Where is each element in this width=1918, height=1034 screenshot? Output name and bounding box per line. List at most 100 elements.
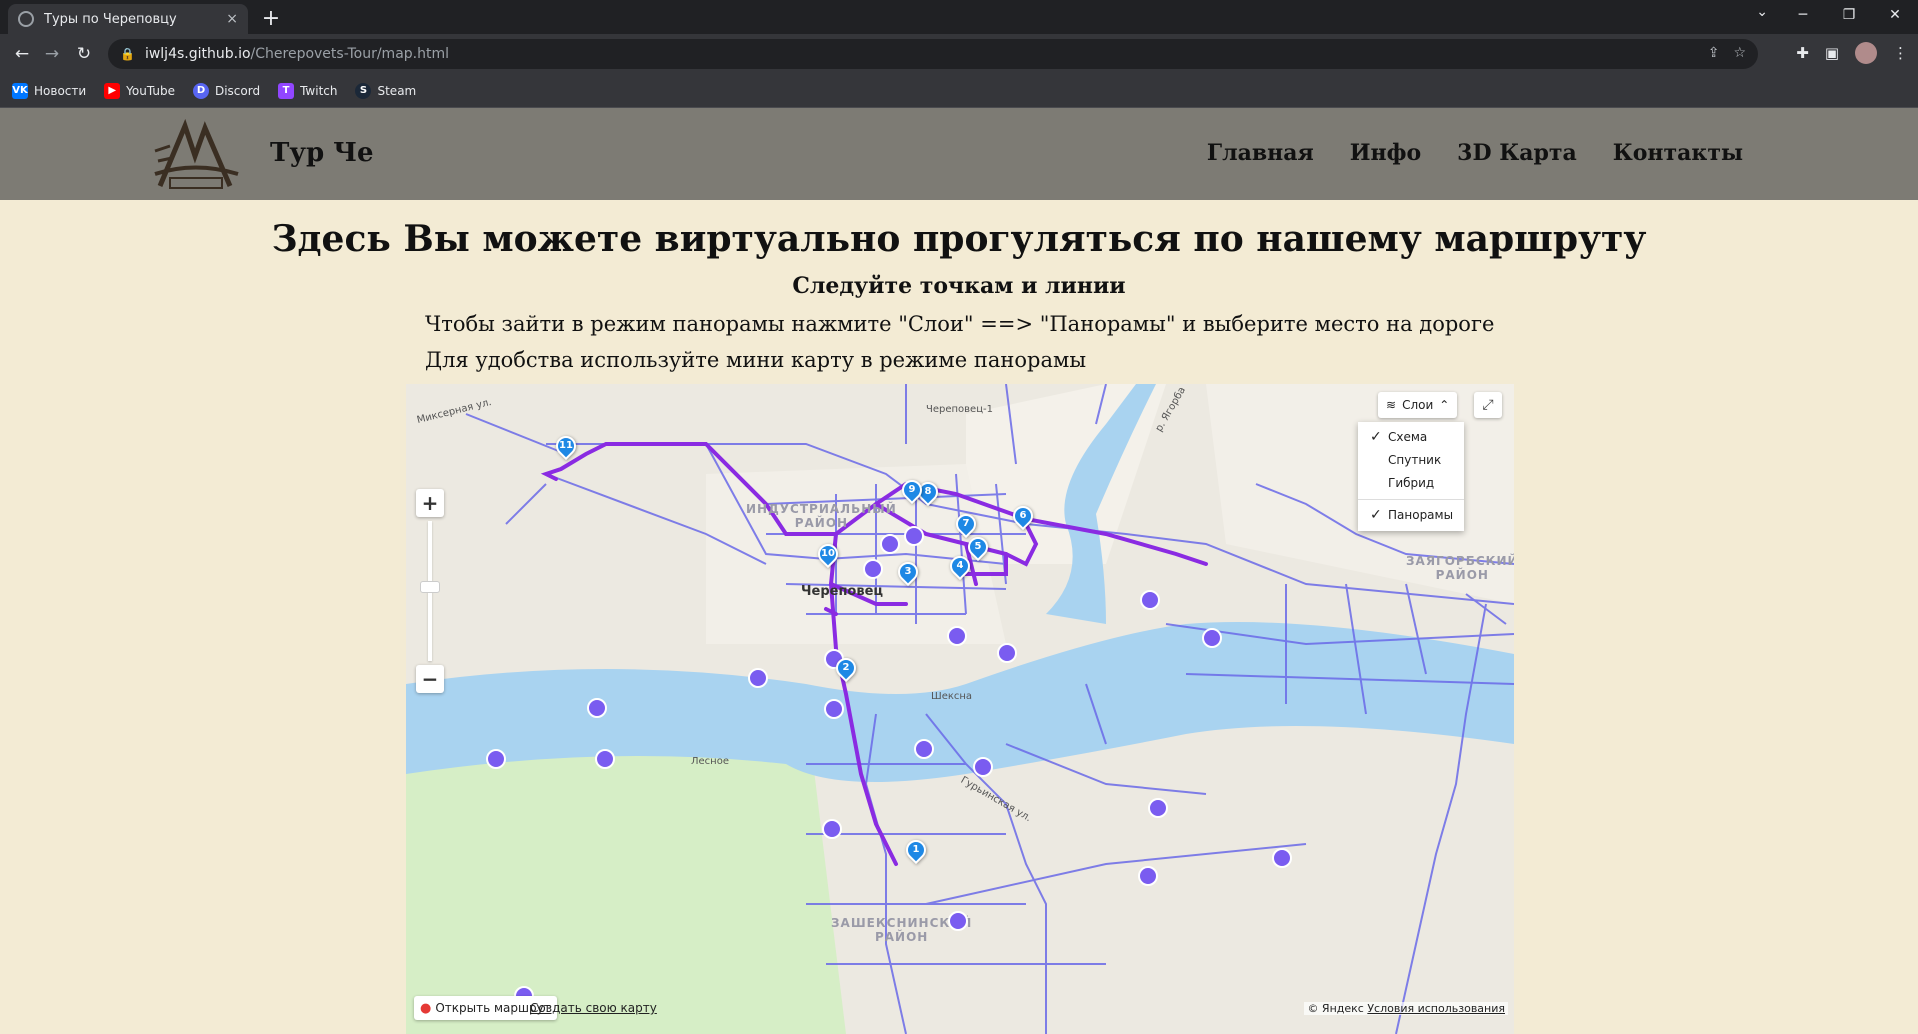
site-brand[interactable]: Тур Че bbox=[270, 138, 374, 168]
layer-option-label: Гибрид bbox=[1388, 476, 1435, 490]
map-copyright: © Яндекс Условия использования bbox=[1304, 1002, 1508, 1015]
browser-tab[interactable]: Туры по Череповцу × bbox=[8, 4, 248, 34]
district-label-zayagorbsky: ЗАЯГОРБСКИЙ РАЙОН bbox=[1406, 554, 1514, 582]
url-host: iwlj4s.github.io bbox=[144, 46, 251, 62]
twitch-icon: T bbox=[278, 82, 295, 99]
route-marker-label: 1 bbox=[912, 844, 920, 855]
close-tab-icon[interactable]: × bbox=[226, 11, 238, 27]
forward-icon[interactable]: → bbox=[40, 42, 64, 66]
bookmark-label: YouTube bbox=[126, 83, 175, 98]
district-label-zasheksninsky: ЗАШЕКСНИНСКИЙ РАЙОН bbox=[831, 916, 973, 944]
page-title: Здесь Вы можете виртуально прогуляться п… bbox=[271, 218, 1647, 260]
layer-option-panoramas[interactable]: ✓ Панорамы bbox=[1358, 504, 1464, 527]
zoom-in-button[interactable]: + bbox=[416, 489, 444, 517]
instruction-minimap: Для удобства используйте мини карту в ре… bbox=[425, 348, 1087, 372]
youtube-icon: ▶ bbox=[104, 82, 121, 99]
bookmark-star-icon[interactable]: ☆ bbox=[1733, 45, 1746, 61]
menu-divider bbox=[1358, 499, 1464, 500]
create-map-link[interactable]: Создать свою карту bbox=[530, 1001, 657, 1015]
menu-kebab-icon[interactable]: ⋮ bbox=[1893, 44, 1908, 62]
route-marker-label: 10 bbox=[821, 548, 835, 559]
bookmark-youtube[interactable]: ▶ YouTube bbox=[104, 82, 175, 99]
lock-icon[interactable]: 🔒 bbox=[120, 47, 135, 61]
district-label-industrial: ИНДУСТРИАЛЬНЫЙ РАЙОН bbox=[746, 502, 897, 530]
route-marker-label: 6 bbox=[1019, 510, 1027, 521]
bookmark-discord[interactable]: D Discord bbox=[192, 82, 261, 99]
bookmark-label: Новости bbox=[34, 83, 87, 98]
zoom-slider[interactable] bbox=[420, 521, 440, 661]
layers-button[interactable]: ≋ Слои ⌃ bbox=[1378, 392, 1458, 418]
side-panel-icon[interactable]: ▣ bbox=[1825, 44, 1839, 62]
reload-icon[interactable]: ↻ bbox=[72, 42, 96, 66]
route-marker-label: 7 bbox=[962, 518, 970, 529]
globe-icon bbox=[18, 11, 34, 27]
bookmark-twitch[interactable]: T Twitch bbox=[278, 82, 338, 99]
instruction-panorama: Чтобы зайти в режим панорамы нажмите "Сл… bbox=[425, 312, 1495, 336]
zoom-out-button[interactable]: − bbox=[416, 665, 444, 693]
tab-title: Туры по Череповцу bbox=[44, 11, 177, 27]
page-subtitle: Следуйте точкам и линии bbox=[792, 273, 1126, 299]
route-marker-label: 3 bbox=[904, 566, 912, 577]
route-marker-label: 4 bbox=[956, 560, 964, 571]
layer-option-hybrid[interactable]: Гибрид bbox=[1358, 472, 1464, 495]
route-marker-label: 2 bbox=[842, 662, 850, 673]
copyright-text: © Яндекс bbox=[1307, 1002, 1364, 1015]
zoom-slider-handle[interactable] bbox=[420, 581, 440, 593]
yandex-map[interactable]: Миксерная ул. Череповец-1 р. Ягорба Шекс… bbox=[406, 384, 1514, 1034]
layer-option-satellite[interactable]: Спутник bbox=[1358, 449, 1464, 472]
address-bar[interactable]: 🔒 iwlj4s.github.io /Cherepovets-Tour/map… bbox=[108, 39, 1758, 69]
bookmark-label: Steam bbox=[377, 83, 417, 98]
minimize-icon[interactable]: ─ bbox=[1780, 0, 1826, 30]
station-label-cherepovets1: Череповец-1 bbox=[926, 404, 993, 415]
layer-option-label: Спутник bbox=[1388, 453, 1442, 467]
terms-link[interactable]: Условия использования bbox=[1367, 1002, 1505, 1015]
layers-label: Слои bbox=[1402, 398, 1434, 412]
layer-option-label: Панорамы bbox=[1388, 508, 1454, 522]
layer-option-label: Схема bbox=[1388, 430, 1428, 444]
share-icon[interactable]: ⇪ bbox=[1708, 45, 1720, 61]
route-marker-label: 5 bbox=[974, 541, 982, 552]
route-marker-label: 8 bbox=[924, 486, 932, 497]
check-icon: ✓ bbox=[1370, 429, 1382, 445]
window-controls: ─ ❐ ✕ bbox=[1780, 0, 1918, 30]
chevron-up-icon: ⌃ bbox=[1439, 398, 1450, 412]
vk-icon: VK bbox=[12, 82, 28, 99]
bookmark-steam[interactable]: S Steam bbox=[355, 82, 417, 99]
bookmark-label: Twitch bbox=[300, 83, 338, 98]
nav-info[interactable]: Инфо bbox=[1350, 140, 1421, 166]
layers-icon: ≋ bbox=[1386, 398, 1397, 412]
steam-icon: S bbox=[355, 82, 372, 99]
layers-menu: ✓ Схема Спутник Гибрид ✓ Панорамы bbox=[1358, 422, 1464, 531]
browser-tab-bar: Туры по Череповцу × + ⌄ ─ ❐ ✕ bbox=[0, 0, 1918, 34]
new-tab-button[interactable]: + bbox=[258, 6, 284, 31]
nav-3d-map[interactable]: 3D Карта bbox=[1457, 140, 1577, 166]
zoom-control: + − bbox=[416, 489, 444, 693]
browser-toolbar: ← → ↻ 🔒 iwlj4s.github.io /Cherepovets-To… bbox=[0, 34, 1918, 74]
back-icon[interactable]: ← bbox=[10, 42, 34, 66]
bookmark-label: Discord bbox=[214, 83, 261, 98]
tab-search-icon[interactable]: ⌄ bbox=[1756, 4, 1768, 20]
layer-option-scheme[interactable]: ✓ Схема bbox=[1358, 426, 1464, 449]
page: Тур Че Главная Инфо 3D Карта Контакты Зд… bbox=[0, 108, 1918, 1034]
check-icon: ✓ bbox=[1370, 507, 1382, 523]
bookmarks-bar: VK Новости ▶ YouTube D Discord T Twitch … bbox=[0, 74, 1918, 108]
place-label-lesnoe: Лесное bbox=[691, 756, 729, 767]
window-close-icon[interactable]: ✕ bbox=[1872, 0, 1918, 30]
fullscreen-button[interactable]: ⤢ bbox=[1474, 392, 1502, 418]
city-label: Череповец bbox=[801, 584, 884, 599]
bookmark-novosti[interactable]: VK Новости bbox=[12, 82, 87, 99]
profile-avatar[interactable] bbox=[1855, 42, 1877, 64]
url-path: /Cherepovets-Tour/map.html bbox=[250, 46, 449, 62]
restore-icon[interactable]: ❐ bbox=[1826, 0, 1872, 30]
site-logo[interactable] bbox=[150, 116, 240, 196]
site-nav: Главная Инфо 3D Карта Контакты bbox=[1207, 140, 1743, 166]
discord-icon: D bbox=[192, 82, 209, 99]
site-header: Тур Че Главная Инфо 3D Карта Контакты bbox=[0, 108, 1918, 200]
map-pin-icon: ● bbox=[420, 1000, 432, 1016]
route-marker-label: 9 bbox=[908, 484, 916, 495]
nav-contacts[interactable]: Контакты bbox=[1613, 140, 1743, 166]
river-label-sheksna: Шексна bbox=[931, 691, 973, 702]
nav-home[interactable]: Главная bbox=[1207, 140, 1314, 166]
route-marker-label: 11 bbox=[559, 440, 573, 451]
extensions-icon[interactable]: ✚ bbox=[1796, 44, 1809, 62]
